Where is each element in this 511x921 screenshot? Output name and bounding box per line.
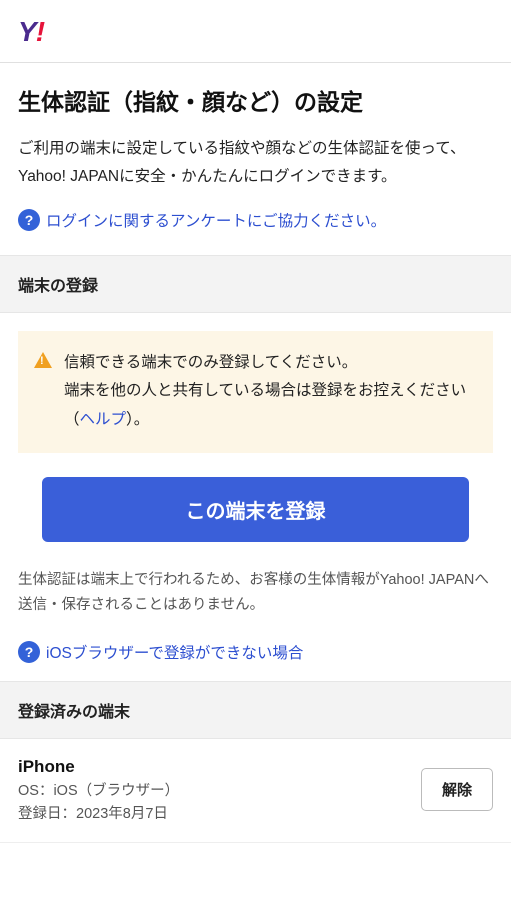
device-date: 登録日：2023年8月7日 [18, 803, 179, 826]
register-section-header: 端末の登録 [0, 255, 511, 313]
header: Y! [0, 0, 511, 63]
intro-text: ご利用の端末に設定している指紋や顔などの生体認証を使って、Yahoo! JAPA… [18, 135, 493, 191]
warning-text: 信頼できる端末でのみ登録してください。 端末を他の人と共有している場合は登録をお… [64, 349, 475, 435]
warning-icon [34, 352, 52, 368]
register-device-button[interactable]: この端末を登録 [42, 477, 470, 542]
help-link[interactable]: ヘルプ [80, 411, 127, 428]
device-row: iPhone OS：iOS（ブラウザー） 登録日：2023年8月7日 解除 [0, 739, 511, 844]
question-icon: ? [18, 209, 40, 231]
device-info: iPhone OS：iOS（ブラウザー） 登録日：2023年8月7日 [18, 753, 179, 827]
logo-y: Y [18, 16, 36, 47]
warning-box: 信頼できる端末でのみ登録してください。 端末を他の人と共有している場合は登録をお… [18, 331, 493, 453]
ios-help-row: ? iOSブラウザーで登録ができない場合 [18, 641, 493, 663]
warning-suffix: ）。 [126, 411, 149, 428]
logo-exclaim: ! [36, 16, 44, 47]
biometric-note: 生体認証は端末上で行われるため、お客様の生体情報がYahoo! JAPANへ送信… [18, 568, 493, 619]
question-icon: ? [18, 641, 40, 663]
ios-help-link[interactable]: iOSブラウザーで登録ができない場合 [46, 641, 303, 663]
remove-device-button[interactable]: 解除 [421, 768, 493, 811]
page-title: 生体認証（指紋・顔など）の設定 [18, 83, 493, 117]
intro-section: 生体認証（指紋・顔など）の設定 ご利用の端末に設定している指紋や顔などの生体認証… [0, 63, 511, 255]
survey-link[interactable]: ログインに関するアンケートにご協力ください。 [46, 209, 386, 231]
registered-section-header: 登録済みの端末 [0, 681, 511, 739]
survey-link-row: ? ログインに関するアンケートにご協力ください。 [18, 209, 493, 231]
register-section-body: 信頼できる端末でのみ登録してください。 端末を他の人と共有している場合は登録をお… [0, 313, 511, 681]
yahoo-logo: Y! [18, 16, 44, 47]
device-os: OS：iOS（ブラウザー） [18, 780, 179, 803]
device-name: iPhone [18, 753, 179, 780]
